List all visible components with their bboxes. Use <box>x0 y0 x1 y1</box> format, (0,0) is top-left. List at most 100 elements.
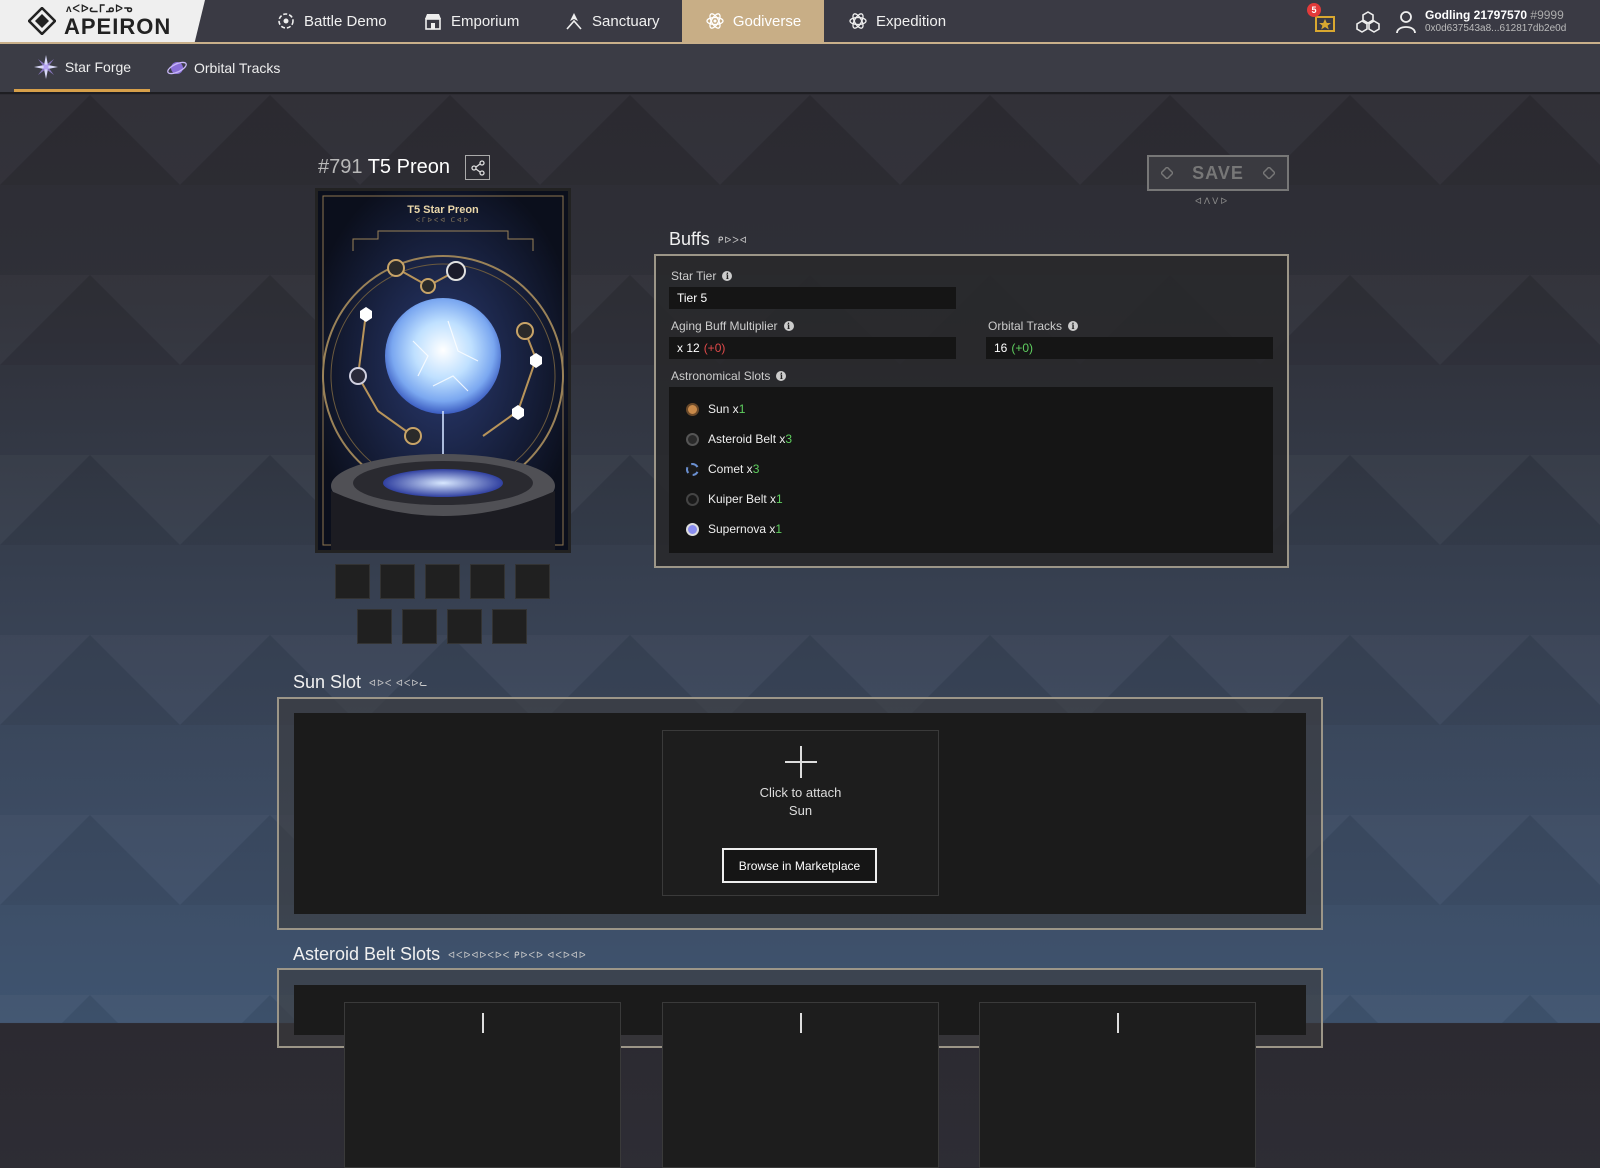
kuiper-belt-icon <box>686 492 699 506</box>
nav-emporium[interactable]: Emporium <box>415 0 527 42</box>
user-name-text: Godling 21797570 <box>1425 8 1528 22</box>
sub-navigation: Star Forge Orbital Tracks <box>0 44 1600 94</box>
tab-star-forge[interactable]: Star Forge <box>14 44 150 92</box>
slot-square[interactable] <box>380 564 415 599</box>
nav-expedition[interactable]: Expedition <box>840 0 954 42</box>
user-avatar-icon[interactable] <box>1395 10 1417 34</box>
user-tag: #9999 <box>1530 8 1564 22</box>
aging-buff-label: Aging Buff Multiplier i <box>671 319 794 333</box>
attach-asteroid-card[interactable] <box>344 1002 621 1168</box>
slot-square[interactable] <box>515 564 550 599</box>
share-button[interactable] <box>465 155 490 180</box>
comet-icon <box>686 462 699 476</box>
save-label: SAVE <box>1192 162 1244 183</box>
astro-slot-count: 1 <box>775 522 783 536</box>
preon-number: #791 <box>318 156 363 178</box>
preon-name: T5 Preon <box>367 156 450 178</box>
tab-label: Star Forge <box>64 58 132 75</box>
star-tier-label-text: Star Tier <box>671 269 717 283</box>
nav-label: Battle Demo <box>304 12 387 30</box>
user-name[interactable]: Godling 21797570 #9999 <box>1425 8 1564 22</box>
nav-label: Expedition <box>876 12 947 30</box>
orbital-tracks-label: Orbital Tracks i <box>988 319 1079 333</box>
orbital-tracks-delta: (+0) <box>1011 341 1034 355</box>
nav-label: Godiverse <box>732 12 802 30</box>
sun-slot-rune: ᐊᐅᐸ ᐊᐸᐅᓚ <box>369 677 429 688</box>
slot-square[interactable] <box>402 609 437 644</box>
slot-square[interactable] <box>492 609 527 644</box>
nav-sanctuary[interactable]: Sanctuary <box>556 0 668 42</box>
notification-badge: 5 <box>1307 3 1321 17</box>
logo-text: APEIRON <box>64 14 172 39</box>
info-icon[interactable]: i <box>722 271 733 281</box>
supernova-icon <box>686 522 699 536</box>
star-preon-artwork <box>318 191 568 550</box>
astro-slot-name: Supernova x <box>708 522 776 536</box>
orbital-tracks-count: 16 <box>994 341 1008 355</box>
asteroid-belt-slots-rune: ᐊᐸᐅᐊᐅᐸᐅᐸ ᑭᐅᐸᐅ ᐊᐸᐅᐊᐅ <box>448 949 587 960</box>
sun-icon <box>686 402 699 416</box>
astro-slot-kuiper-belt: Kuiper Belt x1 <box>686 490 783 508</box>
sanctuary-icon <box>566 13 582 30</box>
plus-icon <box>482 1013 484 1033</box>
attach-asteroid-card[interactable] <box>979 1002 1256 1168</box>
slot-square[interactable] <box>425 564 460 599</box>
asteroid-belt-slots-title: Asteroid Belt Slots <box>293 944 441 964</box>
orbital-tracks-label-text: Orbital Tracks <box>988 319 1063 333</box>
sun-slot-title: Sun Slot <box>293 672 362 692</box>
plus-icon <box>1117 1013 1119 1033</box>
wallet-address: 0x0d637543a8...612817db2e0d <box>1425 23 1567 34</box>
save-button[interactable]: SAVE <box>1147 155 1289 191</box>
attach-asteroid-card[interactable] <box>662 1002 939 1168</box>
astro-slot-count: 1 <box>776 492 783 506</box>
aging-buff-value: x 12 (+0) <box>669 337 956 359</box>
slot-square[interactable] <box>447 609 482 644</box>
attach-text-line1: Click to attach <box>759 785 842 800</box>
nav-battle-demo[interactable]: Battle Demo <box>268 0 395 42</box>
atom-icon <box>706 13 724 29</box>
cluster-icon[interactable] <box>1356 11 1380 33</box>
slot-square[interactable] <box>357 609 392 644</box>
astro-slot-sun: Sun x1 <box>686 400 745 418</box>
nav-label: Sanctuary <box>592 12 660 30</box>
nav-godiverse[interactable]: Godiverse <box>682 0 824 42</box>
expedition-icon <box>849 13 867 29</box>
astro-slot-count: 3 <box>785 432 793 446</box>
slot-square[interactable] <box>470 564 505 599</box>
astro-slot-count: 1 <box>738 402 746 416</box>
astro-slot-name: Kuiper Belt x <box>708 492 777 506</box>
info-icon[interactable]: i <box>1068 321 1079 331</box>
astro-slot-name: Asteroid Belt x <box>708 432 786 446</box>
card-sublabel: ᐸᒥᐅᐸᐊ ᑕᐊᐅ <box>415 218 471 224</box>
buffs-heading: Buffs ᑭᐅᐳᐊ <box>669 229 748 250</box>
card-label: T5 Star Preon <box>407 204 479 216</box>
tab-orbital-tracks[interactable]: Orbital Tracks <box>166 44 280 92</box>
preon-card[interactable]: T5 Star Preon ᐸᒥᐅᐸᐊ ᑕᐊᐅ <box>315 188 571 553</box>
asteroid-belt-icon <box>686 432 699 446</box>
astro-slot-name: Sun x <box>708 402 739 416</box>
orbital-tracks-icon <box>167 61 187 75</box>
apeiron-logo-icon <box>28 7 56 35</box>
diamond-left-icon <box>1161 167 1173 179</box>
astro-slot-asteroid-belt: Asteroid Belt x3 <box>686 430 792 448</box>
star-tier-label: Star Tier i <box>671 269 733 283</box>
astro-slot-comet: Comet x3 <box>686 460 759 478</box>
astronomical-slots-label-text: Astronomical Slots <box>671 369 771 383</box>
star-forge-icon <box>33 54 58 79</box>
buffs-rune: ᑭᐅᐳᐊ <box>717 234 748 245</box>
slot-square[interactable] <box>335 564 370 599</box>
battle-icon <box>278 13 294 29</box>
info-icon[interactable]: i <box>783 321 794 331</box>
preon-title: #791 T5 Preon <box>318 156 450 179</box>
plus-icon <box>800 1013 802 1033</box>
browse-marketplace-button[interactable]: Browse in Marketplace <box>722 848 877 883</box>
astro-slot-supernova: Supernova x1 <box>686 520 782 538</box>
plus-icon <box>785 746 817 778</box>
attach-text-line2: Sun <box>788 803 813 818</box>
info-icon[interactable]: i <box>776 371 787 381</box>
astro-slot-name: Comet x <box>708 462 753 476</box>
aging-buff-label-text: Aging Buff Multiplier <box>671 319 778 333</box>
astro-slot-count: 3 <box>752 462 760 476</box>
apeiron-logo[interactable]: ᴧᐸᐅᓚᒥᓄᐅᓀ APEIRON <box>0 0 205 42</box>
top-navigation: ᴧᐸᐅᓚᒥᓄᐅᓀ APEIRON Battle Demo Emporium Sa… <box>0 0 1600 44</box>
